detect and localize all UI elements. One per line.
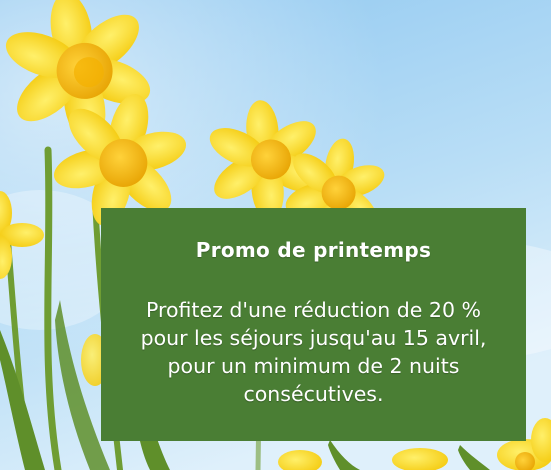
- promo-line: pour les séjours jusqu'au 15 avril,: [140, 326, 487, 350]
- promo-description: Profitez d'une réduction de 20 % pour le…: [115, 296, 512, 408]
- promo-line: consécutives.: [243, 382, 384, 406]
- promo-line: pour un minimum de 2 nuits: [167, 354, 460, 378]
- promo-title: Promo de printemps: [195, 238, 432, 262]
- promo-line: Profitez d'une réduction de 20 %: [146, 298, 481, 322]
- spring-promo-banner: Promo de printemps Profitez d'une réduct…: [101, 208, 526, 441]
